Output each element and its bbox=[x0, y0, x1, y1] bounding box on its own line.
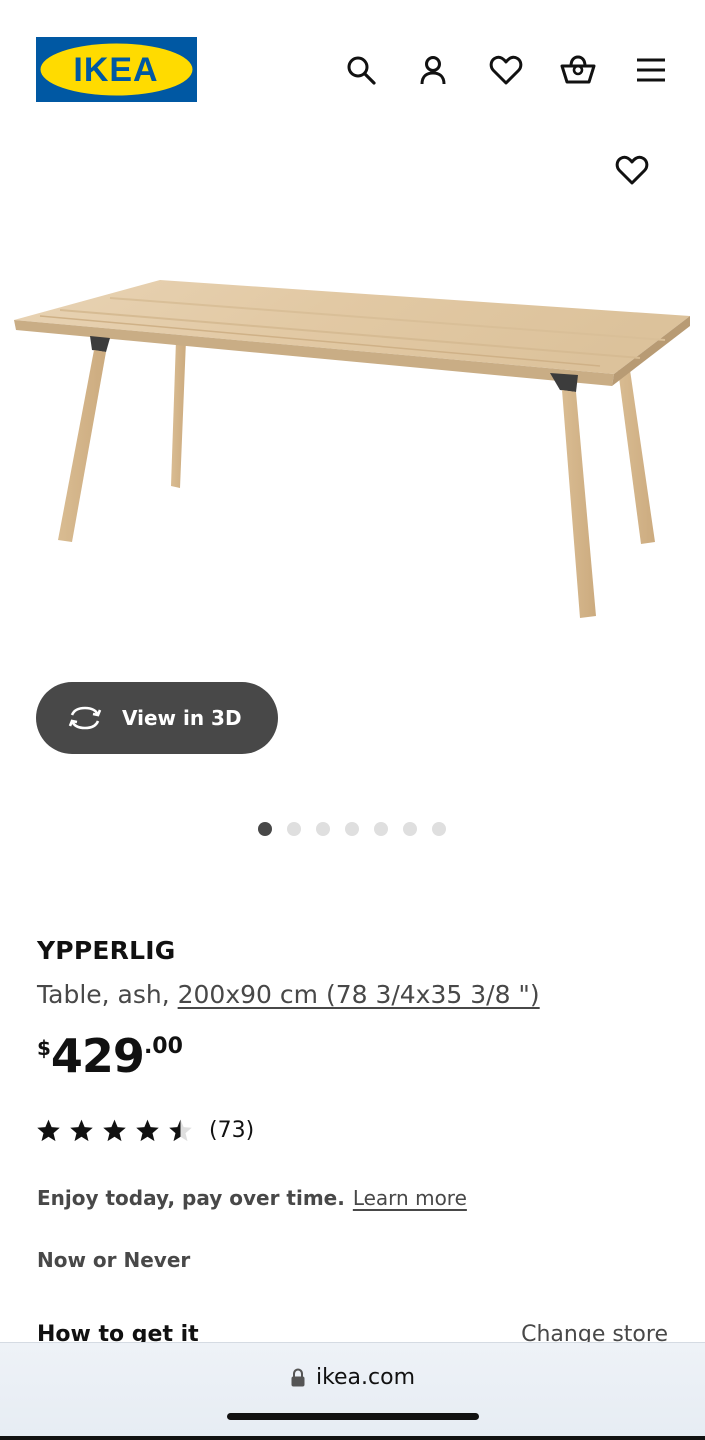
product-price: $ 429 .00 bbox=[37, 1030, 183, 1082]
price-decimal: .00 bbox=[143, 1034, 183, 1059]
user-icon[interactable] bbox=[413, 50, 453, 90]
url-text: ikea.com bbox=[315, 1365, 416, 1390]
product-dimensions-link[interactable]: 200x90 cm (78 3/4x35 3/8 ") bbox=[178, 980, 540, 1009]
menu-icon[interactable] bbox=[631, 50, 671, 90]
browser-address-bar[interactable]: ikea.com bbox=[0, 1342, 705, 1440]
logo-text: IKEA bbox=[73, 51, 158, 89]
home-indicator[interactable] bbox=[227, 1413, 479, 1420]
rotate-3d-icon bbox=[66, 703, 106, 733]
price-currency: $ bbox=[37, 1036, 51, 1060]
learn-more-link[interactable]: Learn more bbox=[353, 1186, 467, 1210]
ikea-logo[interactable]: IKEA bbox=[36, 37, 197, 102]
product-description: Table, ash, 200x90 cm (78 3/4x35 3/8 ") bbox=[37, 980, 540, 1009]
search-icon[interactable] bbox=[341, 50, 381, 90]
carousel-dot[interactable] bbox=[403, 822, 417, 836]
financing-text: Enjoy today, pay over time. bbox=[37, 1186, 345, 1210]
star-rating bbox=[36, 1118, 193, 1143]
screen-bottom-edge bbox=[0, 1436, 705, 1440]
favorites-heart-icon[interactable] bbox=[486, 50, 526, 90]
url-display[interactable]: ikea.com bbox=[0, 1365, 705, 1390]
carousel-dot[interactable] bbox=[258, 822, 272, 836]
product-rating[interactable]: (73) bbox=[36, 1118, 254, 1143]
site-header: IKEA bbox=[0, 0, 705, 140]
product-image[interactable] bbox=[0, 240, 705, 640]
star-full-icon bbox=[103, 1119, 126, 1142]
financing-info: Enjoy today, pay over time. Learn more bbox=[37, 1186, 467, 1210]
star-half-icon bbox=[169, 1119, 192, 1142]
carousel-dot[interactable] bbox=[345, 822, 359, 836]
add-to-favorites-icon[interactable] bbox=[612, 150, 652, 190]
now-or-never-tag: Now or Never bbox=[37, 1248, 191, 1272]
view-in-3d-button[interactable]: View in 3D bbox=[36, 682, 278, 754]
product-name: YPPERLIG bbox=[37, 936, 176, 965]
basket-icon[interactable] bbox=[558, 50, 598, 90]
lock-icon bbox=[290, 1367, 306, 1388]
carousel-dot[interactable] bbox=[374, 822, 388, 836]
star-full-icon bbox=[37, 1119, 60, 1142]
price-integer: 429 bbox=[50, 1029, 145, 1083]
carousel-dot[interactable] bbox=[287, 822, 301, 836]
star-full-icon bbox=[70, 1119, 93, 1142]
carousel-dot[interactable] bbox=[316, 822, 330, 836]
image-carousel-dots bbox=[258, 822, 446, 836]
view-in-3d-label: View in 3D bbox=[122, 706, 242, 730]
review-count: (73) bbox=[209, 1118, 255, 1143]
star-full-icon bbox=[136, 1119, 159, 1142]
carousel-dot[interactable] bbox=[432, 822, 446, 836]
product-type: Table, ash, bbox=[37, 980, 178, 1009]
